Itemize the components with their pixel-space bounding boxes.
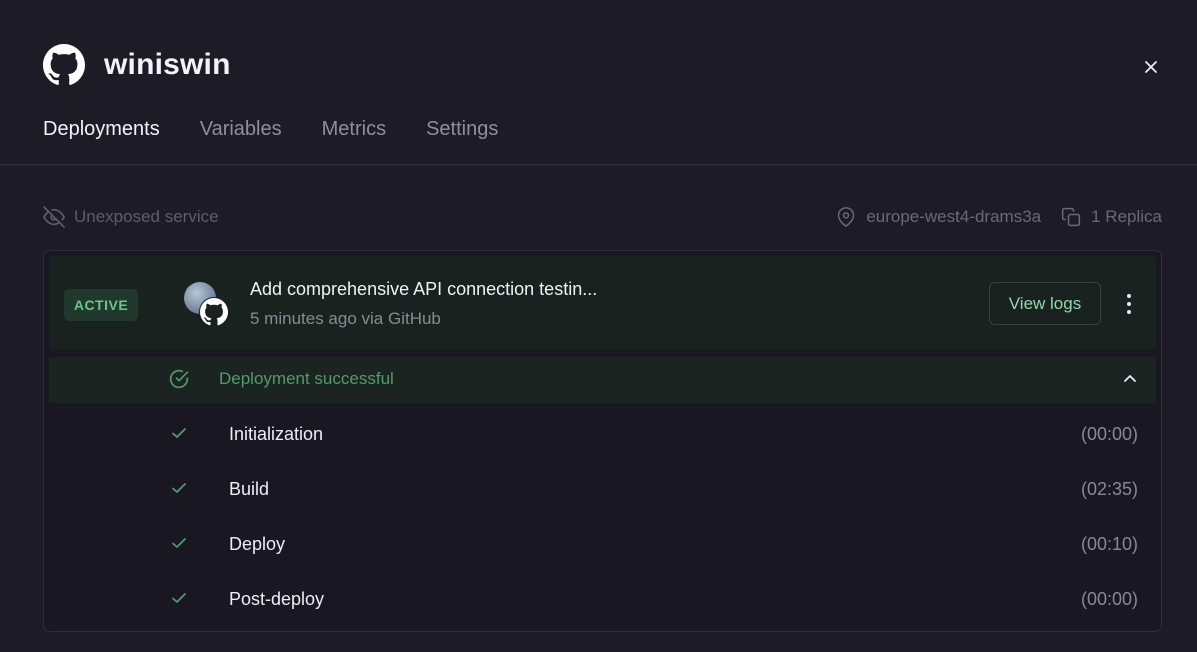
panel-header: winiswin (43, 44, 231, 86)
eye-off-icon (43, 206, 65, 228)
check-circle-icon (169, 369, 189, 389)
step-duration: (00:10) (1080, 534, 1138, 554)
chevron-up-icon[interactable] (1123, 371, 1137, 385)
tab-settings[interactable]: Settings (426, 118, 498, 165)
commit-message[interactable]: Add comprehensive API connection testin.… (250, 279, 597, 300)
step-label: Deploy (229, 534, 286, 554)
region-info: europe-west4-drams3a (836, 206, 1041, 228)
copy-icon (1062, 207, 1081, 227)
close-icon (1145, 61, 1157, 73)
step-row: Deploy (00:10) (49, 517, 1156, 572)
deployment-time: 5 minutes ago via GitHub (250, 309, 441, 328)
step-label: Build (229, 479, 270, 499)
step-duration: (02:35) (1080, 479, 1138, 499)
exposure-label: Unexposed service (74, 207, 219, 226)
deployment-status-bar[interactable]: Deployment successful (49, 357, 1156, 403)
github-icon (200, 298, 228, 326)
deployment-card: ACTIVE Add comprehensive API connection … (43, 250, 1162, 632)
kebab-menu-icon[interactable] (1119, 291, 1139, 317)
replica-label: 1 Replica (1091, 207, 1162, 226)
tab-variables[interactable]: Variables (200, 118, 282, 165)
tab-metrics[interactable]: Metrics (322, 118, 386, 165)
tab-deployments[interactable]: Deployments (43, 118, 160, 165)
replica-info: 1 Replica (1061, 207, 1162, 227)
close-button[interactable] (1139, 55, 1163, 79)
kebab-dot (1127, 302, 1131, 306)
status-badge: ACTIVE (64, 289, 138, 321)
check-icon (172, 483, 186, 493)
step-row: Build (02:35) (49, 462, 1156, 517)
map-pin-icon (838, 207, 855, 227)
check-icon (172, 538, 186, 548)
step-duration: (00:00) (1080, 424, 1138, 444)
view-logs-button[interactable]: View logs (989, 282, 1101, 325)
check-icon (172, 593, 186, 603)
kebab-dot (1127, 294, 1131, 298)
kebab-dot (1127, 310, 1131, 314)
service-panel: winiswin Deployments Variables Metrics S… (0, 0, 1197, 652)
service-meta: europe-west4-drams3a 1 Replica (836, 206, 1162, 228)
deployment-result: Deployment successful (219, 369, 394, 388)
github-source-badge (199, 297, 229, 327)
deployment-header[interactable]: ACTIVE Add comprehensive API connection … (49, 256, 1156, 350)
check-icon (172, 428, 186, 438)
exposure-status[interactable]: Unexposed service (43, 206, 219, 228)
step-row: Initialization (00:00) (49, 407, 1156, 462)
deployment-steps: Initialization (00:00) Build (02:35) Dep… (49, 407, 1156, 627)
service-name: winiswin (104, 48, 231, 81)
github-icon (43, 44, 85, 85)
step-label: Initialization (229, 424, 324, 444)
region-label: europe-west4-drams3a (866, 207, 1042, 226)
tab-bar: Deployments Variables Metrics Settings (43, 118, 538, 165)
step-row: Post-deploy (00:00) (49, 572, 1156, 627)
tabs-divider (0, 164, 1197, 165)
step-label: Post-deploy (229, 589, 325, 609)
step-duration: (00:00) (1080, 589, 1138, 609)
